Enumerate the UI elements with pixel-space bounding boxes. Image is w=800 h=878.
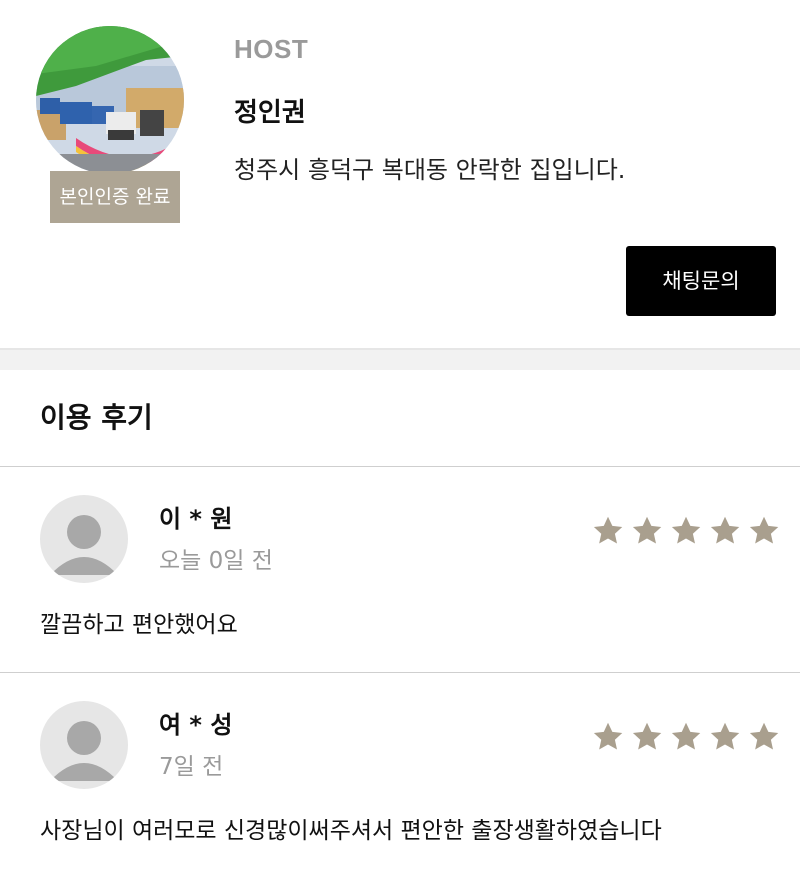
user-silhouette-icon [40, 701, 128, 789]
star-rating [590, 719, 782, 755]
review-text: 사장님이 여러모로 신경많이써주셔서 편안한 출장생활하였습니다 [40, 818, 662, 844]
user-silhouette-icon [40, 495, 128, 583]
review-date: 7일 전 [159, 754, 224, 780]
review-date: 오늘 0일 전 [159, 548, 273, 574]
review-item: 이 * 원 오늘 0일 전 깔끔하고 편안했어요 [0, 467, 800, 673]
chat-inquiry-button[interactable]: 채팅문의 [626, 246, 776, 316]
star-icon [710, 722, 740, 750]
star-icon [593, 722, 623, 750]
host-name: 정인권 [234, 98, 306, 128]
host-photo [36, 26, 184, 174]
review-text: 깔끔하고 편안했어요 [40, 612, 238, 638]
reviews-title: 이용 후기 [0, 370, 800, 467]
section-divider [0, 348, 800, 370]
star-icon [671, 516, 701, 544]
star-icon [632, 516, 662, 544]
star-icon [749, 722, 779, 750]
reviewer-name: 이 * 원 [159, 505, 233, 533]
star-icon [749, 516, 779, 544]
star-icon [671, 722, 701, 750]
host-section: 본인인증 완료 HOST 정인권 청주시 흥덕구 복대동 안락한 집입니다. 채… [0, 0, 800, 348]
host-description: 청주시 흥덕구 복대동 안락한 집입니다. [234, 156, 626, 184]
star-icon [710, 516, 740, 544]
reviewer-name: 여 * 성 [159, 711, 233, 739]
verified-badge: 본인인증 완료 [50, 171, 180, 223]
host-label: HOST [234, 34, 309, 64]
rooftop-photo-image [36, 26, 184, 174]
star-icon [593, 516, 623, 544]
star-icon [632, 722, 662, 750]
review-list: 이 * 원 오늘 0일 전 깔끔하고 편안했어요 여 * 성 7일 전 사장님이 [0, 467, 800, 878]
review-item: 여 * 성 7일 전 사장님이 여러모로 신경많이써주셔서 편안한 출장생활하였… [0, 673, 800, 878]
star-rating [590, 513, 782, 549]
